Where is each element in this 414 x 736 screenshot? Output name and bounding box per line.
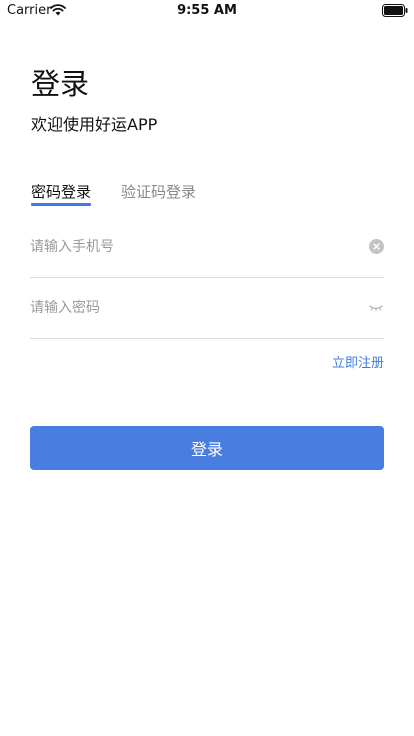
password-divider [30, 338, 384, 339]
battery-icon [382, 4, 408, 17]
phone-field [30, 232, 384, 262]
clear-icon[interactable] [369, 239, 384, 254]
tab-code-login[interactable]: 验证码登录 [121, 181, 196, 203]
welcome-subtitle: 欢迎使用好运APP [31, 115, 158, 134]
register-link[interactable]: 立即注册 [332, 352, 384, 371]
eye-closed-icon[interactable] [368, 301, 384, 313]
page-title: 登录 [31, 67, 90, 101]
status-bar: Carrier 9:55 AM [0, 0, 414, 22]
password-field [30, 293, 384, 323]
active-tab-indicator [31, 203, 91, 206]
password-input[interactable] [30, 293, 350, 323]
tab-password-login[interactable]: 密码登录 [31, 181, 91, 203]
status-time: 9:55 AM [177, 3, 237, 18]
phone-divider [30, 277, 384, 278]
login-button[interactable]: 登录 [30, 426, 384, 470]
phone-input[interactable] [30, 232, 350, 262]
